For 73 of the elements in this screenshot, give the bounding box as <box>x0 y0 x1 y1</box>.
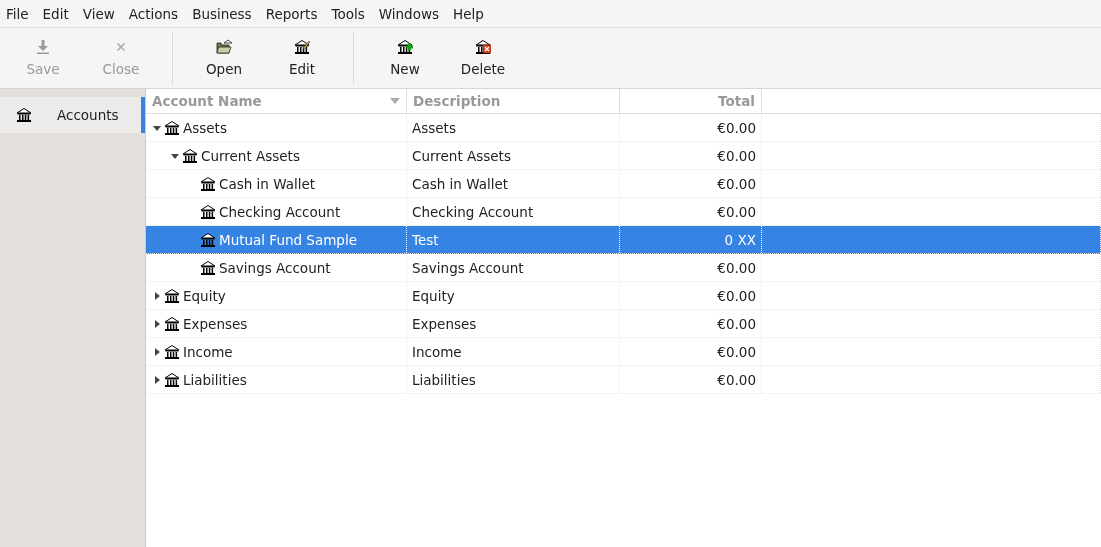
account-name: Checking Account <box>219 203 341 220</box>
account-description: Checking Account <box>412 203 534 220</box>
account-total: €0.00 <box>717 343 756 360</box>
bank-plus-icon <box>397 39 413 55</box>
bank-icon <box>200 175 216 192</box>
bank-icon <box>182 147 198 164</box>
account-description: Equity <box>412 287 455 304</box>
menu-item[interactable]: Edit <box>42 2 76 25</box>
account-total: €0.00 <box>717 287 756 304</box>
account-total: €0.00 <box>717 259 756 276</box>
bank-icon <box>164 371 180 388</box>
menu-item[interactable]: Reports <box>265 2 325 25</box>
account-total: €0.00 <box>717 371 756 388</box>
menu-item[interactable]: View <box>82 2 122 25</box>
download-icon <box>35 39 51 55</box>
menu-item[interactable]: Business <box>192 2 259 25</box>
table-row[interactable]: Equity Equity €0.00 <box>146 282 1101 310</box>
bank-icon <box>164 343 180 360</box>
table-row[interactable]: Cash in Wallet Cash in Wallet €0.00 <box>146 170 1101 198</box>
menu-item[interactable]: Windows <box>378 2 446 25</box>
table-row[interactable]: Savings Account Savings Account €0.00 <box>146 254 1101 282</box>
table-row[interactable]: Income Income €0.00 <box>146 338 1101 366</box>
account-description: Assets <box>412 119 456 136</box>
toolbar-button[interactable]: Open <box>188 28 260 88</box>
bank-icon <box>164 315 180 332</box>
expand-arrow-icon[interactable] <box>152 318 162 329</box>
account-description: Income <box>412 343 462 360</box>
account-name: Mutual Fund Sample <box>219 231 357 248</box>
table-row[interactable]: Mutual Fund Sample Test 0 XX <box>146 226 1101 254</box>
bank-delete-icon <box>475 39 491 55</box>
table-row[interactable]: Assets Assets €0.00 <box>146 114 1101 142</box>
folder-icon <box>216 39 232 55</box>
bank-icon <box>16 107 32 123</box>
account-name: Expenses <box>183 315 248 332</box>
account-total: €0.00 <box>717 119 756 136</box>
expand-arrow-icon[interactable] <box>152 374 162 385</box>
account-description: Test <box>412 231 439 248</box>
bank-icon <box>200 259 216 276</box>
bank-icon <box>200 231 216 248</box>
bank-pencil-icon <box>294 39 310 55</box>
menu-item[interactable]: Actions <box>128 2 186 25</box>
account-description: Current Assets <box>412 147 511 164</box>
account-name: Income <box>183 343 233 360</box>
account-total: €0.00 <box>717 147 756 164</box>
account-description: Savings Account <box>412 259 524 276</box>
bank-icon <box>164 287 180 304</box>
toolbar-button[interactable]: Edit <box>266 28 338 88</box>
menu-item[interactable]: File <box>6 2 36 25</box>
toolbar-button[interactable]: New <box>369 28 441 88</box>
account-name: Savings Account <box>219 259 331 276</box>
account-name: Current Assets <box>201 147 300 164</box>
account-description: Cash in Wallet <box>412 175 509 192</box>
account-total: €0.00 <box>717 175 756 192</box>
table-row[interactable]: Current Assets Current Assets €0.00 <box>146 142 1101 170</box>
expand-arrow-icon[interactable] <box>152 346 162 357</box>
expand-arrow-icon[interactable] <box>152 290 162 301</box>
account-total: €0.00 <box>717 315 756 332</box>
account-name: Cash in Wallet <box>219 175 316 192</box>
bank-icon <box>164 119 180 136</box>
account-name: Liabilities <box>183 371 247 388</box>
account-total: €0.00 <box>717 203 756 220</box>
bank-icon <box>200 203 216 220</box>
menu-item[interactable]: Tools <box>331 2 372 25</box>
account-description: Liabilities <box>412 371 476 388</box>
account-name: Equity <box>183 287 226 304</box>
table-row[interactable]: Liabilities Liabilities €0.00 <box>146 366 1101 394</box>
menu-item[interactable]: Help <box>453 2 491 25</box>
account-name: Assets <box>183 119 227 136</box>
sidebar-tab[interactable]: Accounts <box>0 97 145 133</box>
table-row[interactable]: Expenses Expenses €0.00 <box>146 310 1101 338</box>
account-total: 0 XX <box>724 231 756 248</box>
account-description: Expenses <box>412 315 477 332</box>
toolbar-button[interactable]: Delete <box>447 28 519 88</box>
